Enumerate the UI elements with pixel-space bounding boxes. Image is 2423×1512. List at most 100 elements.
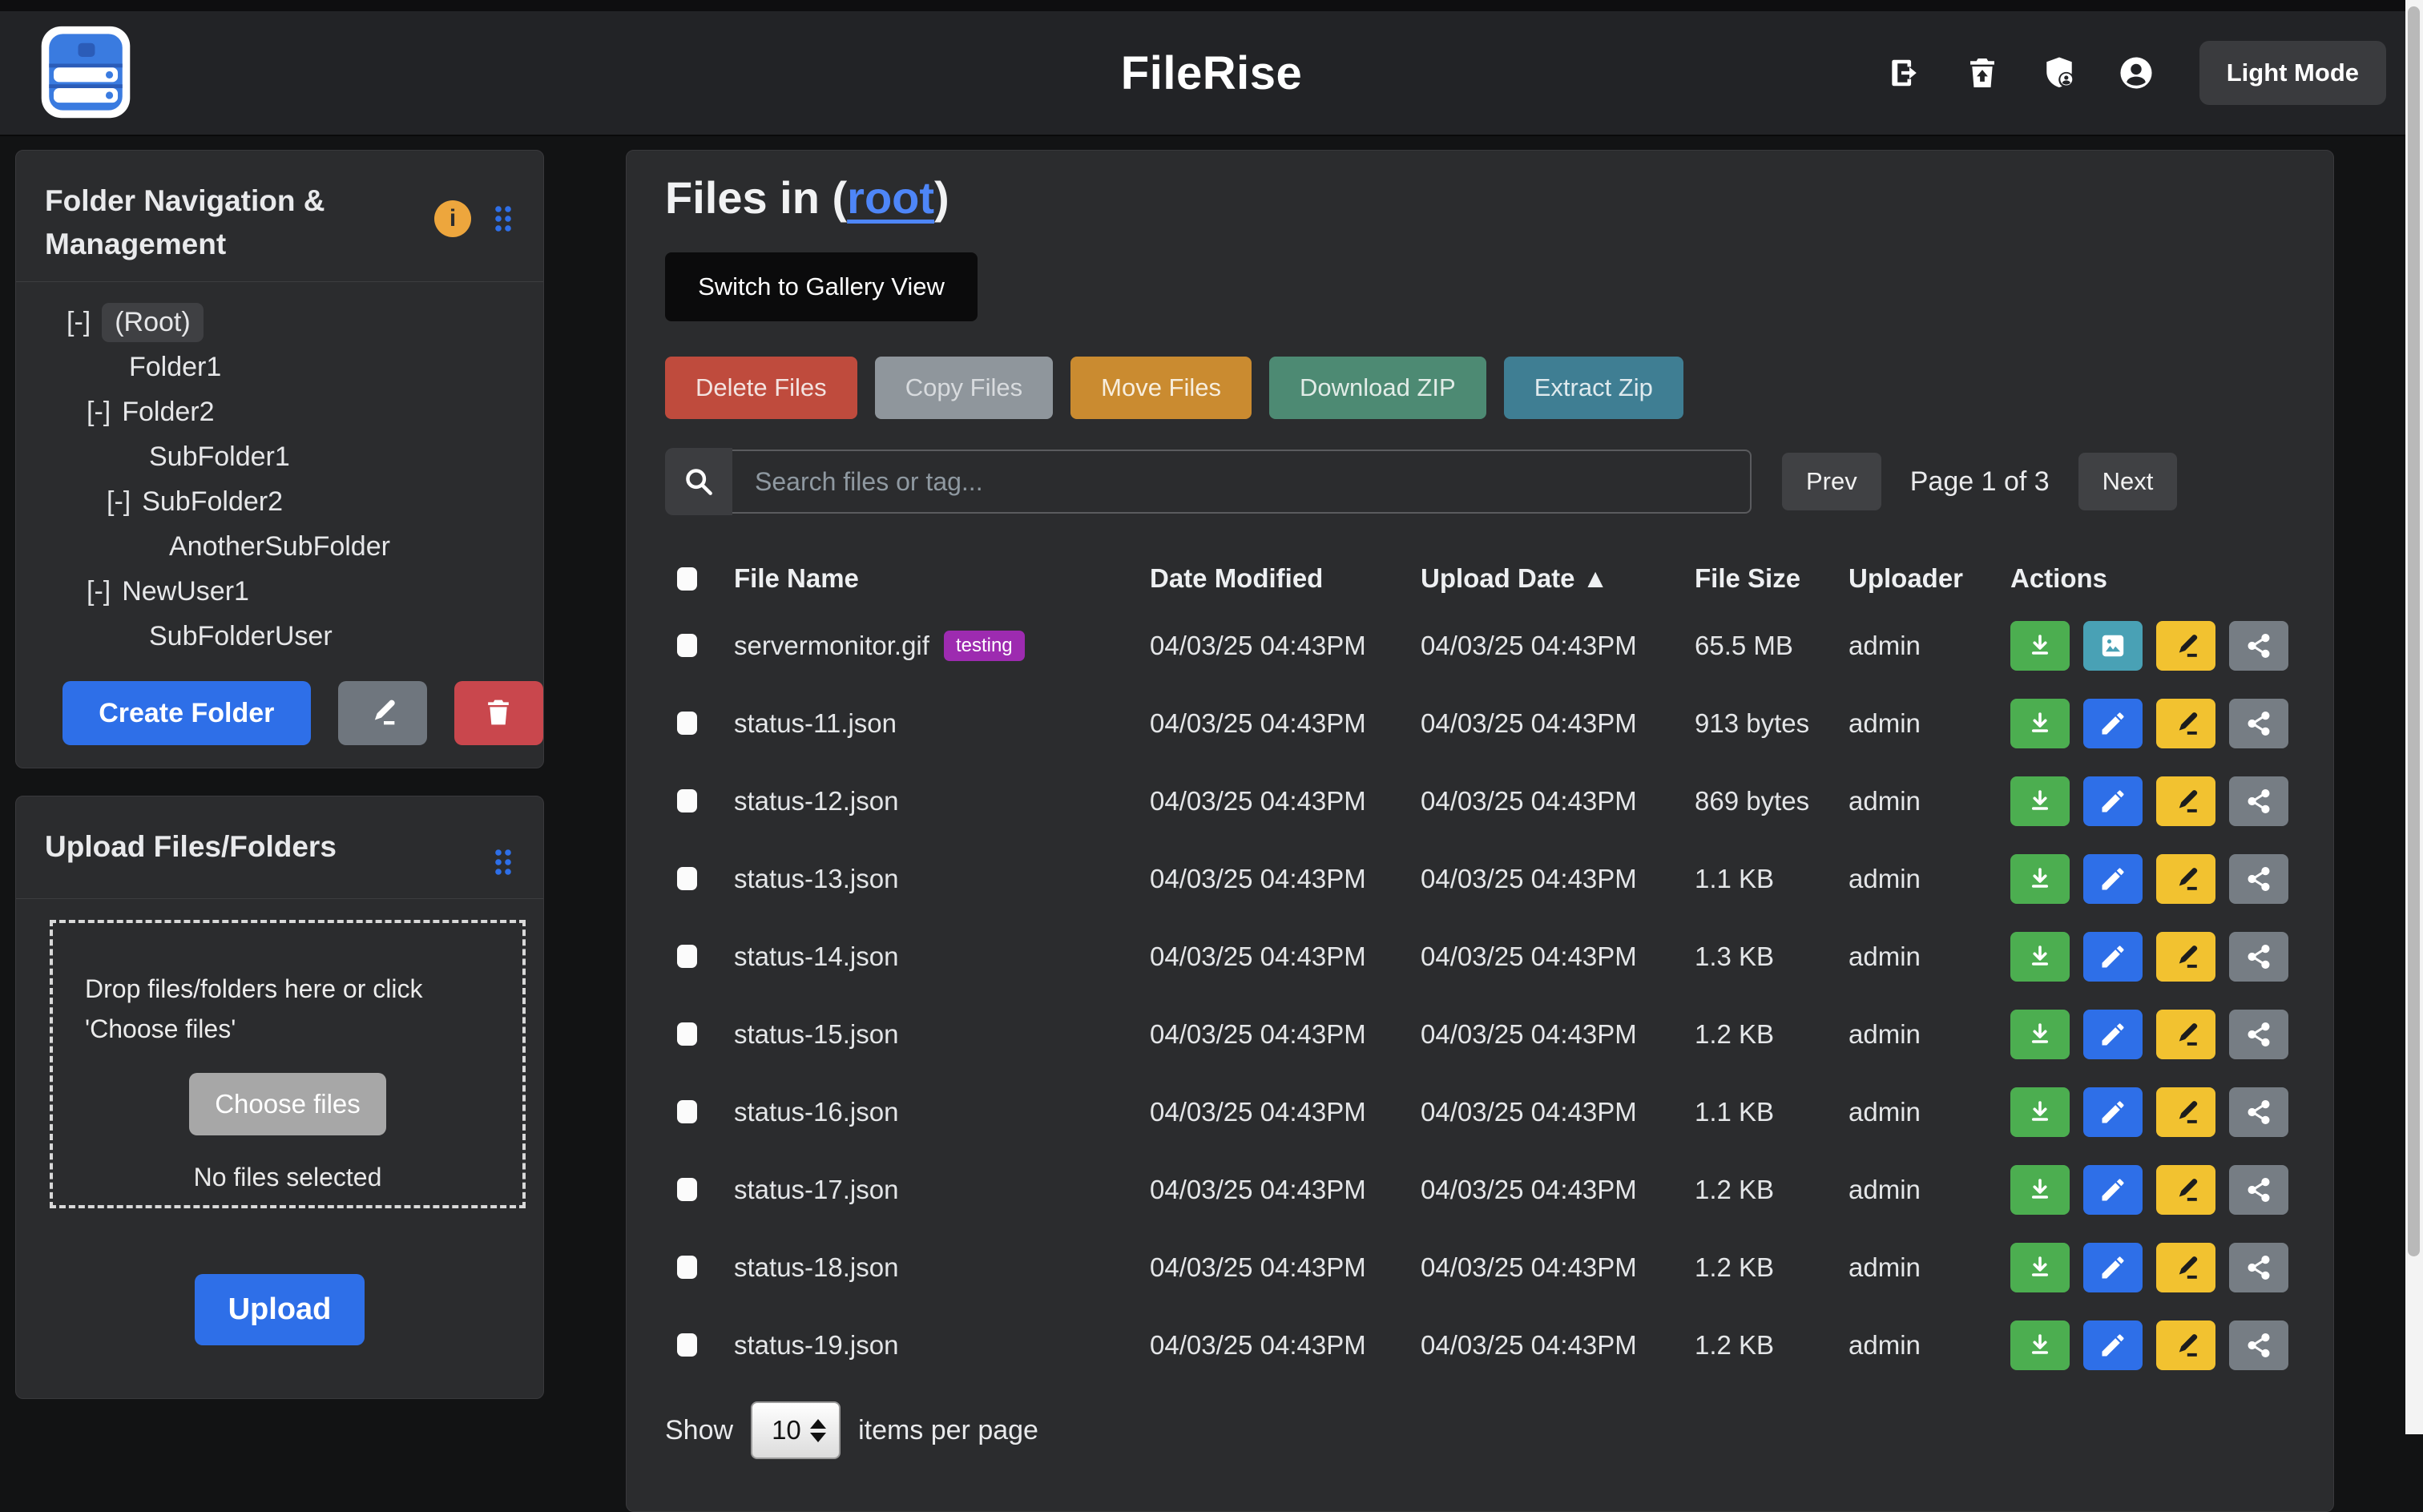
folder-tree-item[interactable]: [-] (Root) bbox=[16, 300, 543, 345]
folder-tree-label[interactable]: AnotherSubFolder bbox=[169, 528, 390, 566]
delete-folder-button[interactable] bbox=[454, 681, 543, 745]
edit-button[interactable] bbox=[2083, 1087, 2143, 1137]
folder-tree-item[interactable]: SubFolderUser bbox=[16, 614, 543, 659]
drag-handle-icon[interactable] bbox=[490, 846, 516, 878]
file-checkbox[interactable] bbox=[677, 1178, 697, 1201]
share-button[interactable] bbox=[2229, 621, 2288, 671]
edit-button[interactable] bbox=[2083, 1010, 2143, 1059]
page-scrollbar[interactable] bbox=[2405, 0, 2423, 1434]
collapse-toggle[interactable]: [-] bbox=[67, 307, 91, 338]
admin-shield-icon[interactable] bbox=[2041, 54, 2078, 91]
column-header-upload-date[interactable]: Upload Date ▲ bbox=[1421, 563, 1695, 594]
next-page-button[interactable]: Next bbox=[2078, 453, 2178, 510]
rename-button[interactable] bbox=[2156, 1243, 2215, 1292]
rename-folder-button[interactable] bbox=[338, 681, 427, 745]
folder-tree-item[interactable]: [-]SubFolder2 bbox=[16, 479, 543, 524]
folder-tree-label[interactable]: NewUser1 bbox=[122, 573, 249, 611]
folder-tree-label[interactable]: SubFolder2 bbox=[142, 483, 283, 521]
extract-zip-button[interactable]: Extract Zip bbox=[1504, 357, 1683, 419]
move-files-button[interactable]: Move Files bbox=[1070, 357, 1252, 419]
file-checkbox[interactable] bbox=[677, 867, 697, 890]
rename-button[interactable] bbox=[2156, 1087, 2215, 1137]
download-button[interactable] bbox=[2010, 932, 2070, 982]
edit-button[interactable] bbox=[2083, 1320, 2143, 1370]
share-button[interactable] bbox=[2229, 699, 2288, 748]
file-name[interactable]: status-17.json bbox=[734, 1175, 898, 1205]
file-checkbox[interactable] bbox=[677, 945, 697, 968]
share-button[interactable] bbox=[2229, 1165, 2288, 1215]
share-button[interactable] bbox=[2229, 854, 2288, 904]
download-button[interactable] bbox=[2010, 1165, 2070, 1215]
share-button[interactable] bbox=[2229, 776, 2288, 826]
file-name[interactable]: status-15.json bbox=[734, 1019, 898, 1050]
light-mode-button[interactable]: Light Mode bbox=[2199, 41, 2386, 105]
folder-tree-label[interactable]: Folder1 bbox=[129, 349, 221, 386]
rename-button[interactable] bbox=[2156, 1320, 2215, 1370]
rename-button[interactable] bbox=[2156, 699, 2215, 748]
switch-gallery-view-button[interactable]: Switch to Gallery View bbox=[665, 252, 978, 321]
scrollbar-thumb[interactable] bbox=[2408, 6, 2420, 1256]
rename-button[interactable] bbox=[2156, 932, 2215, 982]
file-name[interactable]: status-14.json bbox=[734, 941, 898, 972]
file-checkbox[interactable] bbox=[677, 1100, 697, 1123]
folder-tree-item[interactable]: SubFolder1 bbox=[16, 434, 543, 479]
share-button[interactable] bbox=[2229, 1087, 2288, 1137]
file-checkbox[interactable] bbox=[677, 634, 697, 657]
share-button[interactable] bbox=[2229, 1010, 2288, 1059]
folder-tree-item[interactable]: [-] Folder2 bbox=[16, 389, 543, 434]
download-button[interactable] bbox=[2010, 1010, 2070, 1059]
edit-button[interactable] bbox=[2083, 854, 2143, 904]
collapse-toggle[interactable]: [-] bbox=[87, 397, 111, 428]
folder-tree-label[interactable]: Folder2 bbox=[122, 393, 214, 431]
preview-button[interactable] bbox=[2083, 621, 2143, 671]
account-icon[interactable] bbox=[2118, 54, 2155, 91]
create-folder-button[interactable]: Create Folder bbox=[62, 681, 311, 745]
delete-files-button[interactable]: Delete Files bbox=[665, 357, 857, 419]
search-input[interactable] bbox=[732, 450, 1752, 514]
folder-tree-label[interactable]: (Root) bbox=[102, 303, 203, 342]
edit-button[interactable] bbox=[2083, 699, 2143, 748]
upload-button[interactable]: Upload bbox=[195, 1274, 365, 1345]
file-name[interactable]: status-13.json bbox=[734, 864, 898, 894]
column-header-actions[interactable]: Actions bbox=[2010, 563, 2295, 594]
edit-button[interactable] bbox=[2083, 932, 2143, 982]
rename-button[interactable] bbox=[2156, 854, 2215, 904]
file-name[interactable]: status-16.json bbox=[734, 1097, 898, 1127]
share-button[interactable] bbox=[2229, 1320, 2288, 1370]
upload-dropzone[interactable]: Drop files/folders here or click 'Choose… bbox=[50, 920, 526, 1208]
file-checkbox[interactable] bbox=[677, 1022, 697, 1046]
column-header-file-size[interactable]: File Size bbox=[1695, 563, 1848, 594]
folder-tree-label[interactable]: SubFolder1 bbox=[149, 438, 290, 476]
share-button[interactable] bbox=[2229, 932, 2288, 982]
edit-button[interactable] bbox=[2083, 1165, 2143, 1215]
choose-files-button[interactable]: Choose files bbox=[189, 1073, 386, 1135]
download-button[interactable] bbox=[2010, 621, 2070, 671]
file-name[interactable]: servermonitor.gif bbox=[734, 631, 929, 661]
file-name[interactable]: status-19.json bbox=[734, 1330, 898, 1361]
column-header-uploader[interactable]: Uploader bbox=[1848, 563, 2010, 594]
file-checkbox[interactable] bbox=[677, 789, 697, 812]
download-button[interactable] bbox=[2010, 776, 2070, 826]
copy-files-button[interactable]: Copy Files bbox=[875, 357, 1053, 419]
info-icon[interactable]: i bbox=[434, 200, 471, 237]
collapse-toggle[interactable]: [-] bbox=[87, 576, 111, 607]
logout-icon[interactable] bbox=[1887, 54, 1924, 91]
items-per-page-select[interactable]: 10 bbox=[751, 1401, 841, 1459]
file-name[interactable]: status-18.json bbox=[734, 1252, 898, 1283]
file-checkbox[interactable] bbox=[677, 1333, 697, 1357]
folder-tree-item[interactable]: Folder1 bbox=[16, 345, 543, 389]
column-header-file-name[interactable]: File Name bbox=[734, 563, 1150, 594]
folder-tree-item[interactable]: AnotherSubFolder bbox=[16, 524, 543, 569]
edit-button[interactable] bbox=[2083, 776, 2143, 826]
share-button[interactable] bbox=[2229, 1243, 2288, 1292]
folder-tree-item[interactable]: [-] NewUser1 bbox=[16, 569, 543, 614]
prev-page-button[interactable]: Prev bbox=[1782, 453, 1881, 510]
file-name[interactable]: status-11.json bbox=[734, 708, 897, 739]
drag-handle-icon[interactable] bbox=[490, 203, 516, 235]
download-button[interactable] bbox=[2010, 1087, 2070, 1137]
column-header-date-modified[interactable]: Date Modified bbox=[1150, 563, 1421, 594]
rename-button[interactable] bbox=[2156, 621, 2215, 671]
current-folder-link[interactable]: root bbox=[847, 172, 934, 223]
download-button[interactable] bbox=[2010, 1243, 2070, 1292]
file-checkbox[interactable] bbox=[677, 1256, 697, 1279]
